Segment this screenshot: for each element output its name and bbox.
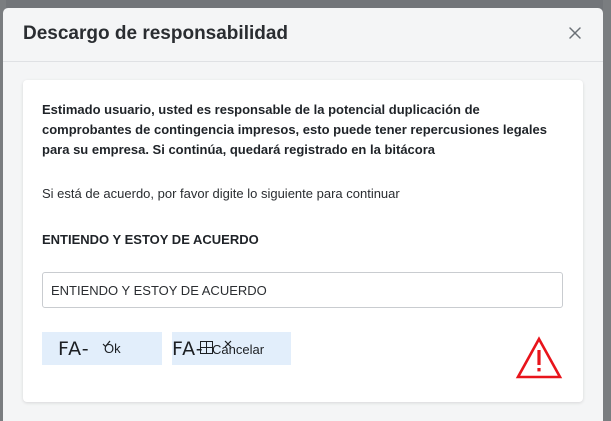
ok-button[interactable]: FA- Ok — [42, 332, 162, 365]
cancel-button-label: Cancelar — [212, 342, 265, 357]
confirmation-phrase: ENTIENDO Y ESTOY DE ACUERDO — [42, 232, 259, 247]
warning-triangle-icon — [515, 336, 563, 379]
confirmation-input[interactable] — [42, 272, 563, 308]
modal-title: Descargo de responsabilidad — [23, 23, 289, 44]
close-icon — [569, 27, 581, 39]
ok-fa-placeholder: FA- — [58, 338, 90, 360]
instruction-text: Si está de acuerdo, por favor digite lo … — [42, 186, 400, 201]
cancel-button[interactable]: FA- Cancelar — [172, 332, 291, 365]
disclaimer-modal: Descargo de responsabilidad Estimado usu… — [3, 8, 603, 421]
warning-message: Estimado usuario, usted es responsable d… — [42, 102, 547, 157]
background-edge-right — [603, 0, 611, 421]
ok-button-label: Ok — [104, 341, 121, 356]
modal-card: Estimado usuario, usted es responsable d… — [23, 80, 583, 402]
close-button[interactable] — [565, 23, 585, 43]
modal-header: Descargo de responsabilidad — [3, 8, 603, 62]
cancel-fa-placeholder: FA- — [172, 338, 204, 360]
